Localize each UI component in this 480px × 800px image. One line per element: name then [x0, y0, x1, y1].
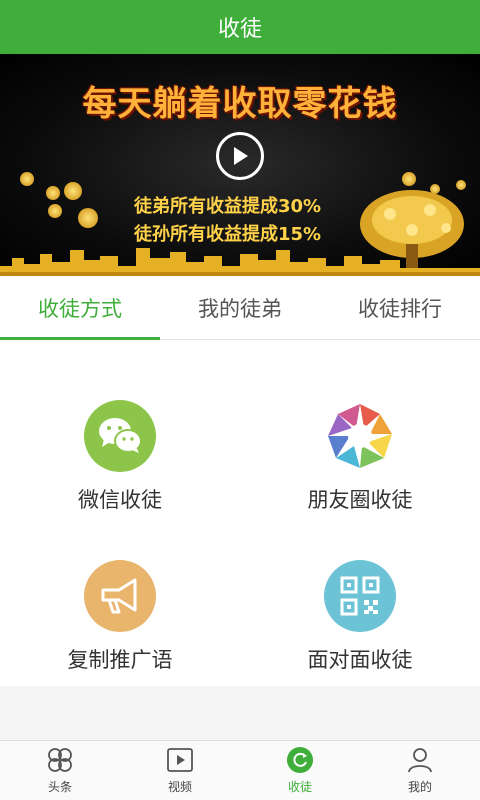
- wechat-recruit-button[interactable]: 微信收徒: [0, 380, 240, 530]
- coin-icon: [20, 172, 34, 186]
- tab-bar: 收徒方式 我的徒弟 收徒排行: [0, 276, 480, 340]
- play-button[interactable]: [216, 132, 264, 180]
- nav-label: 视频: [167, 780, 192, 794]
- play-icon: [234, 147, 248, 165]
- nav-item-headlines[interactable]: 头条: [0, 741, 120, 800]
- method-label: 面对面收徒: [307, 648, 413, 672]
- moments-recruit-button[interactable]: 朋友圈收徒: [240, 380, 480, 530]
- megaphone-icon: [84, 560, 156, 632]
- nav-label: 收徒: [287, 780, 312, 794]
- video-icon: [166, 746, 194, 774]
- nav-item-video[interactable]: 视频: [120, 741, 240, 800]
- nav-item-recruit[interactable]: 收徒: [240, 741, 360, 800]
- tab-label: 我的徒弟: [198, 296, 282, 321]
- coin-icon: [48, 204, 62, 218]
- refresh-icon: [286, 746, 314, 774]
- method-label: 微信收徒: [78, 488, 162, 512]
- copy-promo-text-button[interactable]: 复制推广语: [0, 540, 240, 690]
- face-to-face-recruit-button[interactable]: 面对面收徒: [240, 540, 480, 690]
- city-skyline: [0, 248, 480, 276]
- qrcode-icon: [324, 560, 396, 632]
- tab-recruit-ranking[interactable]: 收徒排行: [320, 276, 480, 339]
- coin-icon: [64, 182, 82, 200]
- nav-label: 我的: [407, 780, 432, 794]
- moments-icon: [324, 400, 396, 472]
- tab-label: 收徒方式: [38, 296, 122, 321]
- method-label: 朋友圈收徒: [307, 488, 413, 512]
- coin-icon: [46, 186, 60, 200]
- banner-headline: 每天躺着收取零花钱: [82, 84, 398, 124]
- recruit-methods-grid: 微信收徒 朋友圈收徒 复制推广语 面对面收徒: [0, 340, 480, 686]
- bottom-navigation: 头条 视频 收徒 我的: [0, 740, 480, 800]
- coin-icon: [78, 208, 98, 228]
- tab-recruit-methods[interactable]: 收徒方式: [0, 276, 160, 340]
- page-title: 收徒: [217, 17, 262, 42]
- clover-icon: [46, 746, 74, 774]
- nav-label: 头条: [47, 780, 72, 794]
- tab-my-disciples[interactable]: 我的徒弟: [160, 276, 320, 339]
- title-bar: 收徒: [0, 0, 480, 54]
- tab-label: 收徒排行: [358, 296, 442, 321]
- promo-banner[interactable]: 每天躺着收取零花钱 徒弟所有收益提成30% 徒孙所有收益提成15%: [0, 54, 480, 276]
- person-icon: [406, 746, 434, 774]
- method-label: 复制推广语: [67, 648, 173, 672]
- nav-item-me[interactable]: 我的: [360, 741, 480, 800]
- wechat-icon: [84, 400, 156, 472]
